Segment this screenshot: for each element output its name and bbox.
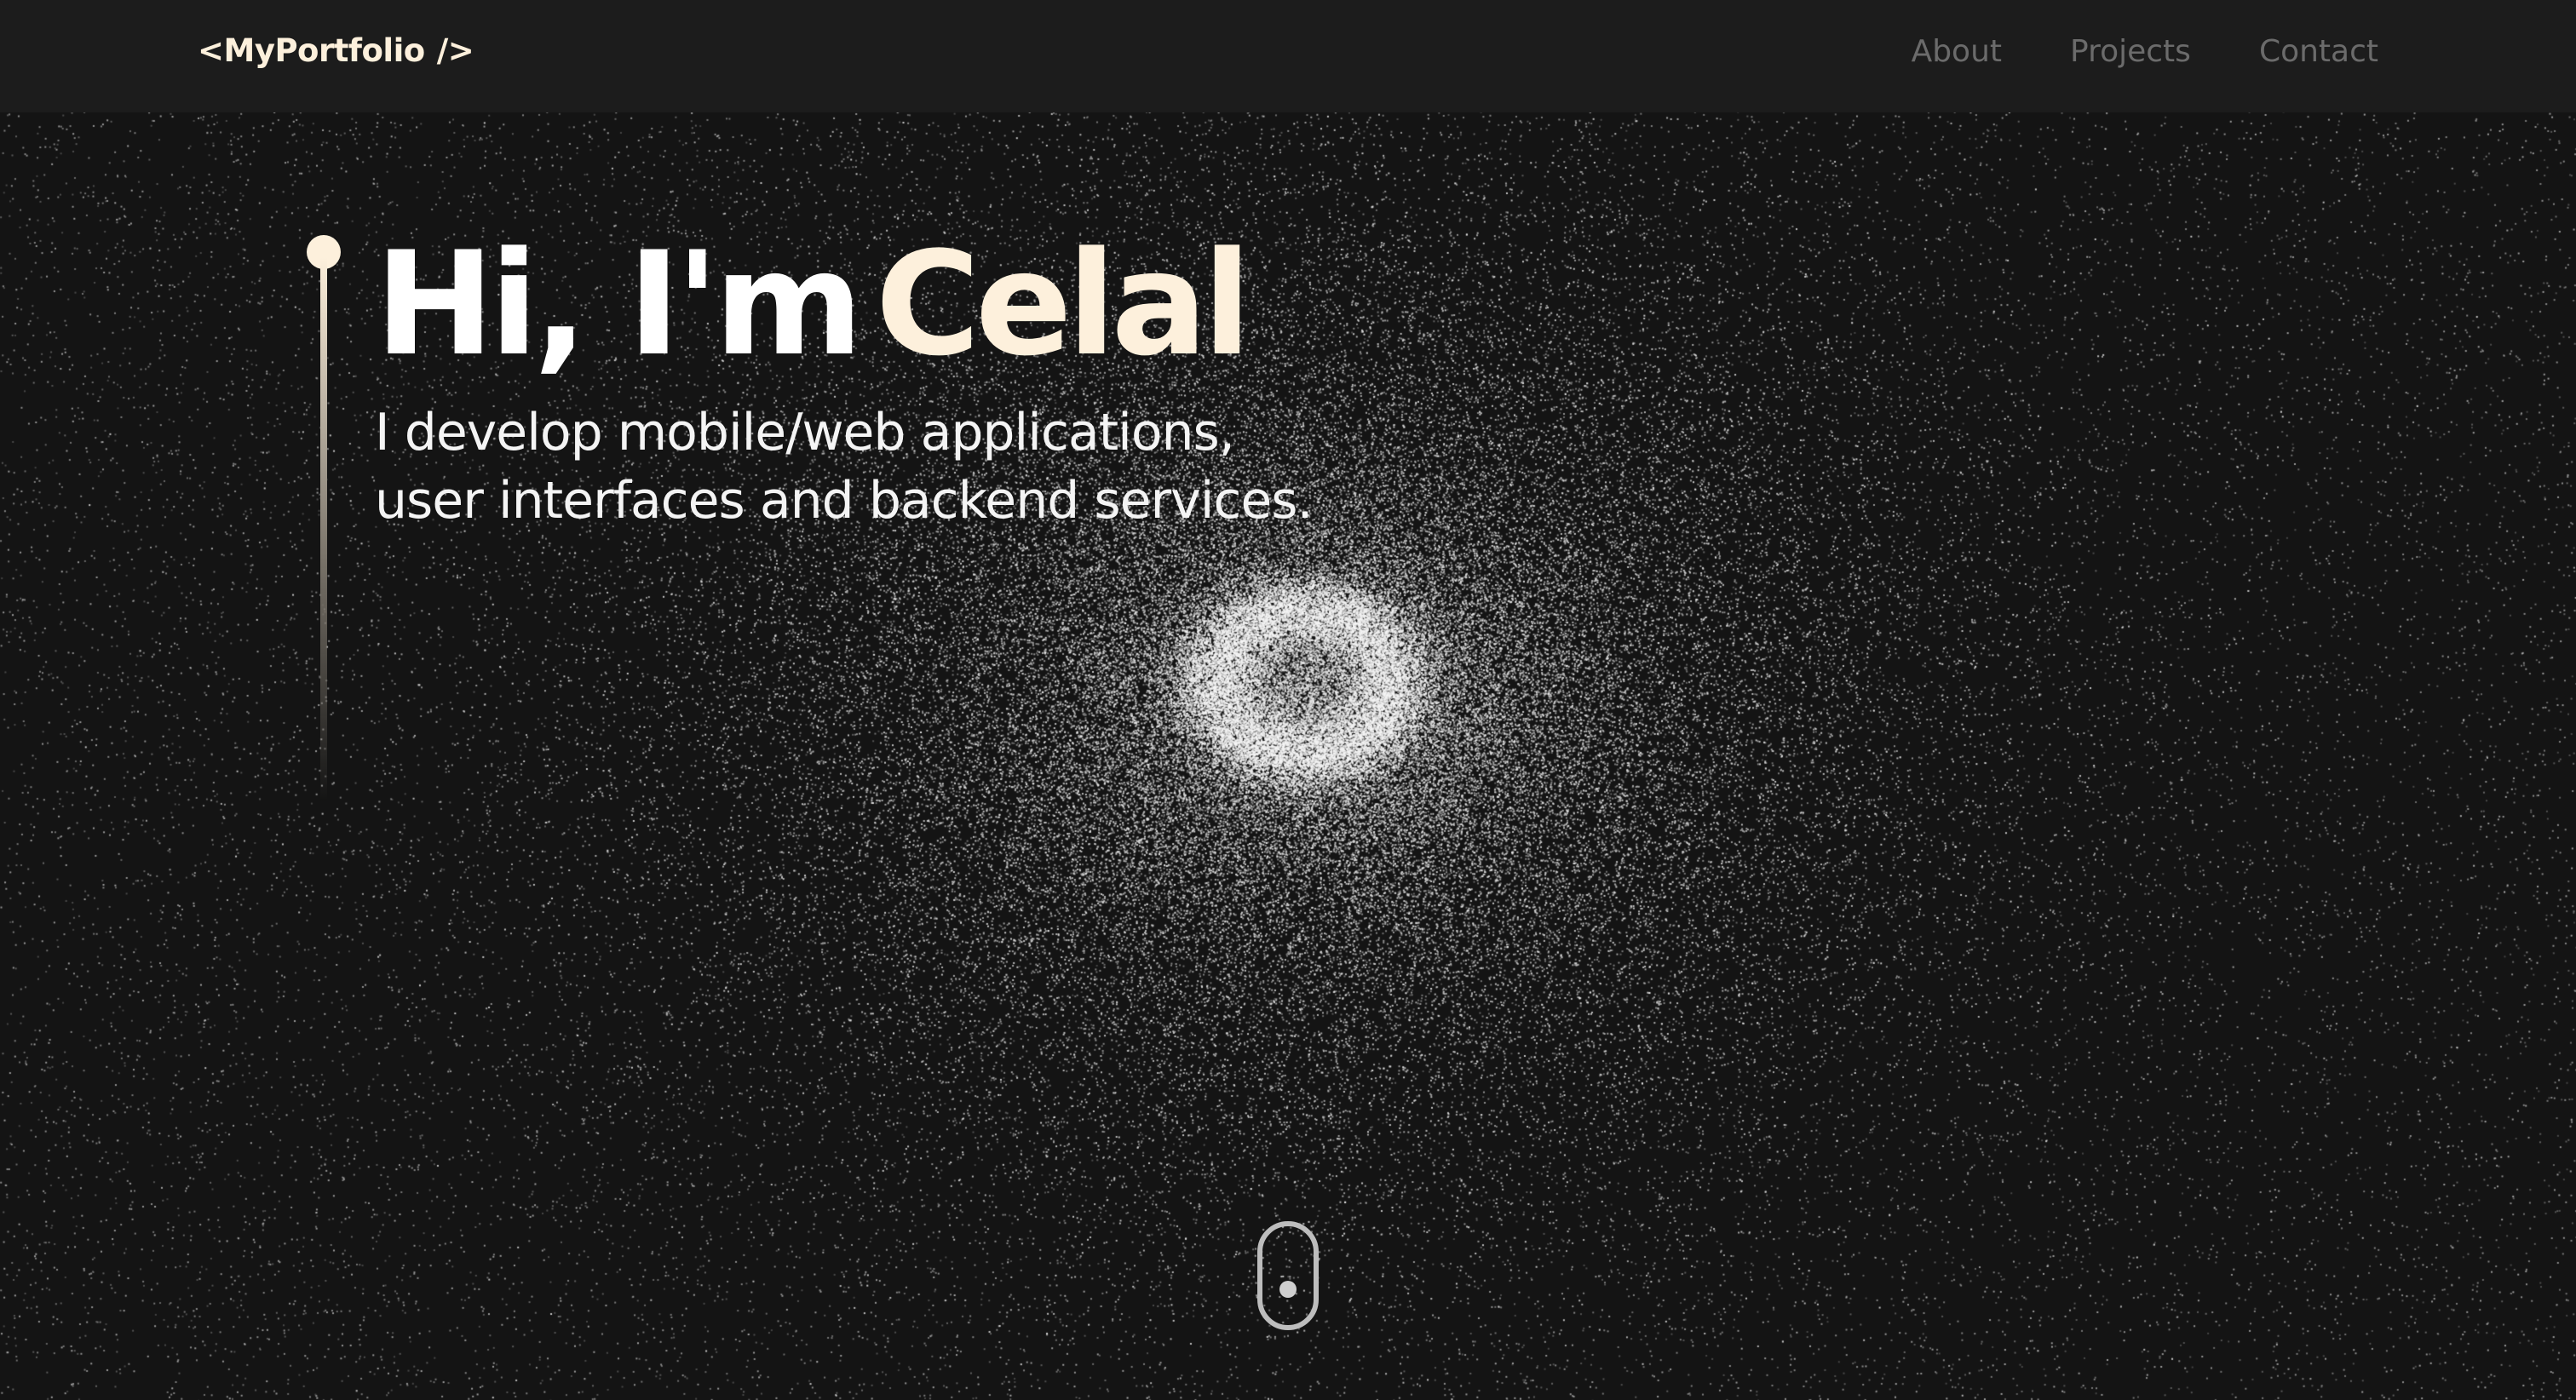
timeline-bar [320, 257, 327, 802]
hero-title: Hi, I'm Celal [375, 232, 1251, 376]
nav-link-about[interactable]: About [1912, 34, 2002, 69]
hero-name: Celal [875, 221, 1252, 387]
scroll-wheel-dot [1279, 1281, 1297, 1298]
logo[interactable]: <MyPortfolio /> [198, 32, 474, 69]
nav-links: About Projects Contact [1912, 34, 2378, 69]
particle-background [0, 0, 2576, 1400]
hero-greeting: Hi, I'm [375, 221, 863, 387]
page: <MyPortfolio /> About Projects Contact Hi… [0, 0, 2576, 1400]
hero-subtitle-line2: user interfaces and backend services. [375, 471, 1314, 531]
logo-close-tag: /> [436, 32, 474, 69]
mouse-scroll-icon[interactable] [1257, 1221, 1319, 1330]
logo-text: <MyPortfolio [198, 32, 425, 69]
nav-link-contact[interactable]: Contact [2259, 34, 2378, 69]
nav-link-projects[interactable]: Projects [2070, 34, 2191, 69]
navbar: <MyPortfolio /> About Projects Contact [0, 0, 2576, 112]
hero-timeline-decoration [307, 232, 341, 811]
hero-subtitle-line1: I develop mobile/web applications, [375, 403, 1235, 462]
hero-subtitle: I develop mobile/web applications, user … [375, 399, 1482, 535]
